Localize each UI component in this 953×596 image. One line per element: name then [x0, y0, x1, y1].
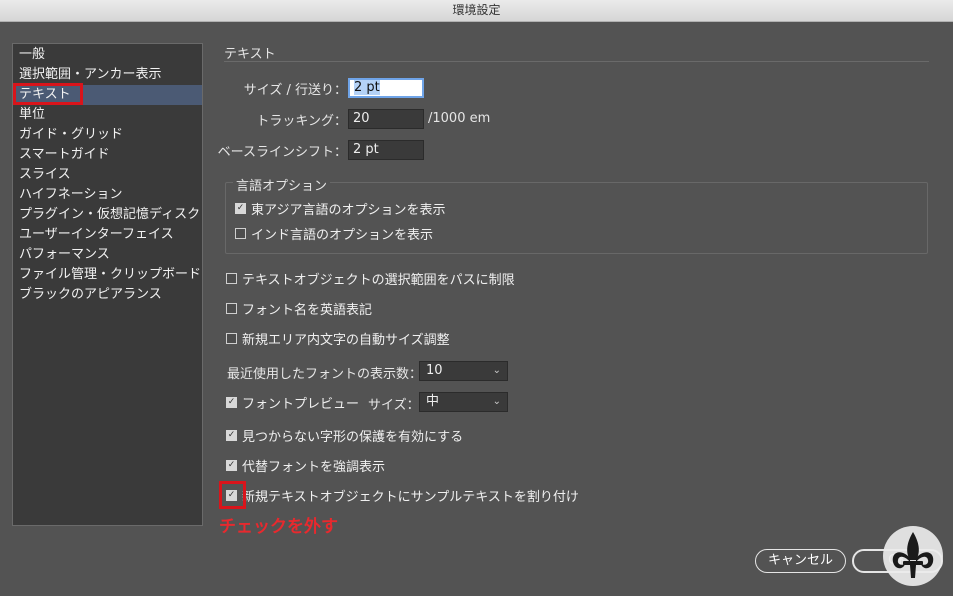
font-preview-size-label: サイズ： [368, 398, 420, 413]
sidebar-item-selection[interactable]: 選択範囲・アンカー表示 [14, 65, 202, 85]
tracking-input[interactable]: 20 [348, 109, 424, 129]
checkbox-unchecked-icon[interactable] [226, 332, 237, 344]
protect-glyphs-option[interactable]: ✓ 見つからない字形の保護を有効にする [226, 426, 463, 445]
section-title: テキスト [224, 47, 276, 62]
recent-fonts-label: 最近使用したフォントの表示数： [227, 367, 423, 382]
fleur-de-lis-logo [883, 526, 943, 586]
baseline-shift-label: ベースラインシフト： [217, 145, 347, 160]
checkbox-checked-icon[interactable]: ✓ [235, 202, 246, 214]
highlight-box-checkbox [219, 481, 246, 509]
font-preview-size-select[interactable]: 中 ⌄ [419, 392, 508, 412]
tracking-label: トラッキング： [256, 114, 347, 129]
checkbox-unchecked-icon[interactable] [235, 227, 246, 239]
size-leading-label: サイズ / 行送り： [243, 83, 347, 98]
cancel-button[interactable]: キャンセル [755, 549, 846, 573]
indic-option[interactable]: インド言語のオプションを表示 [235, 224, 433, 243]
sidebar-item-smart-guides[interactable]: スマートガイド [14, 145, 202, 165]
language-options-group [225, 182, 928, 254]
checkbox-unchecked-icon[interactable] [226, 302, 237, 314]
annotation-text: チェックを外す [219, 517, 338, 537]
chevron-down-icon: ⌄ [492, 365, 501, 376]
recent-fonts-select[interactable]: 10 ⌄ [419, 361, 508, 381]
checkbox-unchecked-icon[interactable] [226, 272, 237, 284]
english-font-names-option[interactable]: フォント名を英語表記 [226, 299, 372, 318]
sidebar-item-black-appearance[interactable]: ブラックのアピアランス [14, 285, 202, 305]
tracking-unit: /1000 em [428, 111, 491, 126]
category-list[interactable]: 一般 選択範囲・アンカー表示 テキスト 単位 ガイド・グリッド スマートガイド … [12, 43, 203, 526]
sample-text-option[interactable]: ✓ 新規テキストオブジェクトにサンプルテキストを割り付け [226, 486, 579, 505]
checkbox-checked-icon[interactable]: ✓ [226, 429, 237, 441]
sidebar-item-performance[interactable]: パフォーマンス [14, 245, 202, 265]
size-leading-input[interactable]: 2 pt [348, 78, 424, 98]
sidebar-item-plugins[interactable]: プラグイン・仮想記憶ディスク [14, 205, 202, 225]
sidebar-item-general[interactable]: 一般 [14, 45, 202, 65]
window-title: 環境設定 [0, 0, 953, 22]
highlight-box-sidebar [13, 83, 83, 105]
fleur-de-lis-icon [892, 532, 934, 578]
section-divider [224, 61, 929, 62]
baseline-shift-input[interactable]: 2 pt [348, 140, 424, 160]
highlight-substituted-option[interactable]: ✓ 代替フォントを強調表示 [226, 456, 385, 475]
font-preview-option[interactable]: ✓ フォントプレビュー [226, 393, 359, 412]
chevron-down-icon: ⌄ [492, 396, 501, 407]
restrict-path-option[interactable]: テキストオブジェクトの選択範囲をパスに制限 [226, 269, 515, 288]
sidebar-item-ui[interactable]: ユーザーインターフェイス [14, 225, 202, 245]
checkbox-checked-icon[interactable]: ✓ [226, 396, 237, 408]
sidebar-item-units[interactable]: 単位 [14, 105, 202, 125]
auto-size-area-option[interactable]: 新規エリア内文字の自動サイズ調整 [226, 329, 450, 348]
language-options-title: 言語オプション [233, 175, 331, 194]
sidebar-item-hyphenation[interactable]: ハイフネーション [14, 185, 202, 205]
sidebar-item-slices[interactable]: スライス [14, 165, 202, 185]
sidebar-item-guides-grid[interactable]: ガイド・グリッド [14, 125, 202, 145]
checkbox-checked-icon[interactable]: ✓ [226, 459, 237, 471]
sidebar-item-file-handling[interactable]: ファイル管理・クリップボード [14, 265, 202, 285]
east-asian-option[interactable]: ✓ 東アジア言語のオプションを表示 [235, 199, 445, 218]
